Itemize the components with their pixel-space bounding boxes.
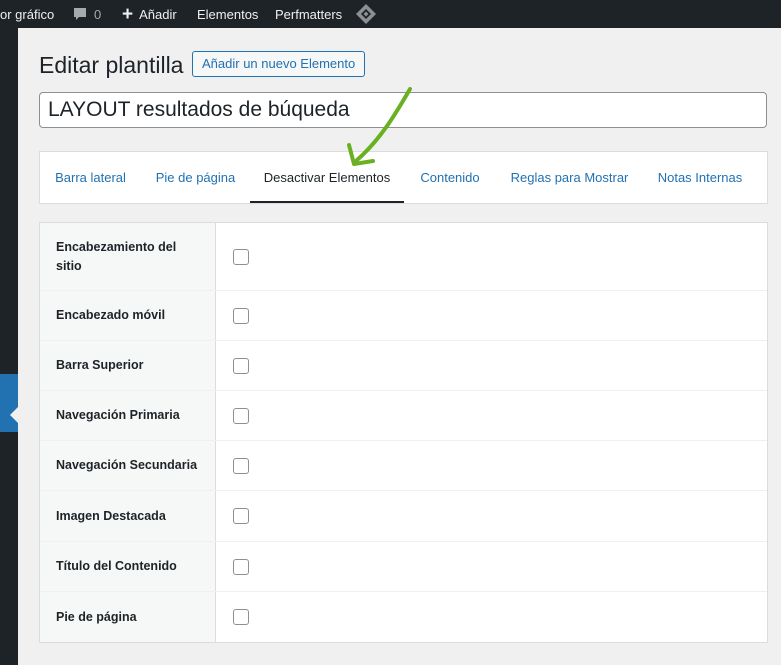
row-cell	[216, 542, 767, 591]
table-row: Navegación Primaria	[40, 391, 767, 441]
add-new-element-button[interactable]: Añadir un nuevo Elemento	[192, 51, 366, 77]
admin-bar-perfmatters[interactable]: Perfmatters	[275, 0, 342, 28]
admin-bar-new[interactable]: + Añadir	[122, 0, 177, 28]
admin-bar-diamond-menu[interactable]	[355, 3, 377, 28]
disable-elements-table: Encabezamiento del sitio Encabezado móvi…	[39, 222, 768, 643]
row-label: Encabezamiento del sitio	[40, 223, 216, 290]
table-row: Encabezado móvil	[40, 291, 767, 341]
row-cell	[216, 491, 767, 541]
disable-content-title-checkbox[interactable]	[233, 558, 249, 575]
annotation-arrow-icon	[347, 87, 412, 166]
table-row: Título del Contenido	[40, 542, 767, 592]
disable-primary-navigation-checkbox[interactable]	[233, 407, 249, 424]
tab-reglas-para-mostrar[interactable]: Reglas para Mostrar	[496, 152, 643, 203]
tab-barra-lateral[interactable]: Barra lateral	[40, 152, 141, 203]
row-cell	[216, 291, 767, 340]
tab-pie-de-pagina[interactable]: Pie de página	[141, 152, 250, 203]
row-label: Navegación Primaria	[40, 391, 216, 440]
row-label: Barra Superior	[40, 341, 216, 390]
plus-icon: +	[122, 3, 134, 25]
tab-notas-internas[interactable]: Notas Internas	[643, 152, 757, 203]
admin-sidebar	[0, 28, 18, 665]
current-menu-arrow	[10, 407, 18, 423]
disable-top-bar-checkbox[interactable]	[233, 357, 249, 374]
row-cell	[216, 441, 767, 490]
row-label: Navegación Secundaria	[40, 441, 216, 490]
comments-count: 0	[94, 6, 102, 22]
table-row: Navegación Secundaria	[40, 441, 767, 491]
disable-footer-checkbox[interactable]	[233, 609, 249, 625]
row-label: Imagen Destacada	[40, 491, 216, 541]
admin-bar-perfmatters-label: Perfmatters	[275, 6, 343, 22]
table-row: Imagen Destacada	[40, 491, 767, 542]
row-cell	[216, 592, 767, 642]
admin-bar-comments[interactable]: 0	[72, 0, 101, 28]
admin-sidebar-active-item[interactable]	[0, 374, 18, 432]
admin-bar-editor-link[interactable]: or gráfico	[0, 0, 54, 28]
admin-bar-new-label: Añadir	[139, 6, 177, 22]
disable-secondary-navigation-checkbox[interactable]	[233, 457, 249, 474]
row-label: Encabezado móvil	[40, 291, 216, 340]
admin-bar-editor-label: or gráfico	[0, 6, 55, 22]
disable-featured-image-checkbox[interactable]	[233, 508, 249, 524]
row-cell	[216, 391, 767, 440]
disable-site-header-checkbox[interactable]	[233, 248, 249, 265]
row-cell	[216, 223, 767, 290]
diamond-icon	[356, 4, 376, 24]
row-cell	[216, 341, 767, 390]
disable-mobile-header-checkbox[interactable]	[233, 307, 249, 324]
comment-icon	[74, 8, 86, 20]
admin-bar-elements[interactable]: Elementos	[197, 0, 258, 28]
page-title: Editar plantilla	[39, 52, 184, 78]
table-row: Encabezamiento del sitio	[40, 223, 767, 291]
row-label: Pie de página	[40, 592, 216, 642]
admin-bar-elements-label: Elementos	[197, 6, 259, 22]
table-row: Barra Superior	[40, 341, 767, 391]
table-row: Pie de página	[40, 592, 767, 642]
row-label: Título del Contenido	[40, 542, 216, 591]
admin-bar: or gráfico 0 + Añadir Elementos Perfmatt…	[0, 0, 781, 28]
